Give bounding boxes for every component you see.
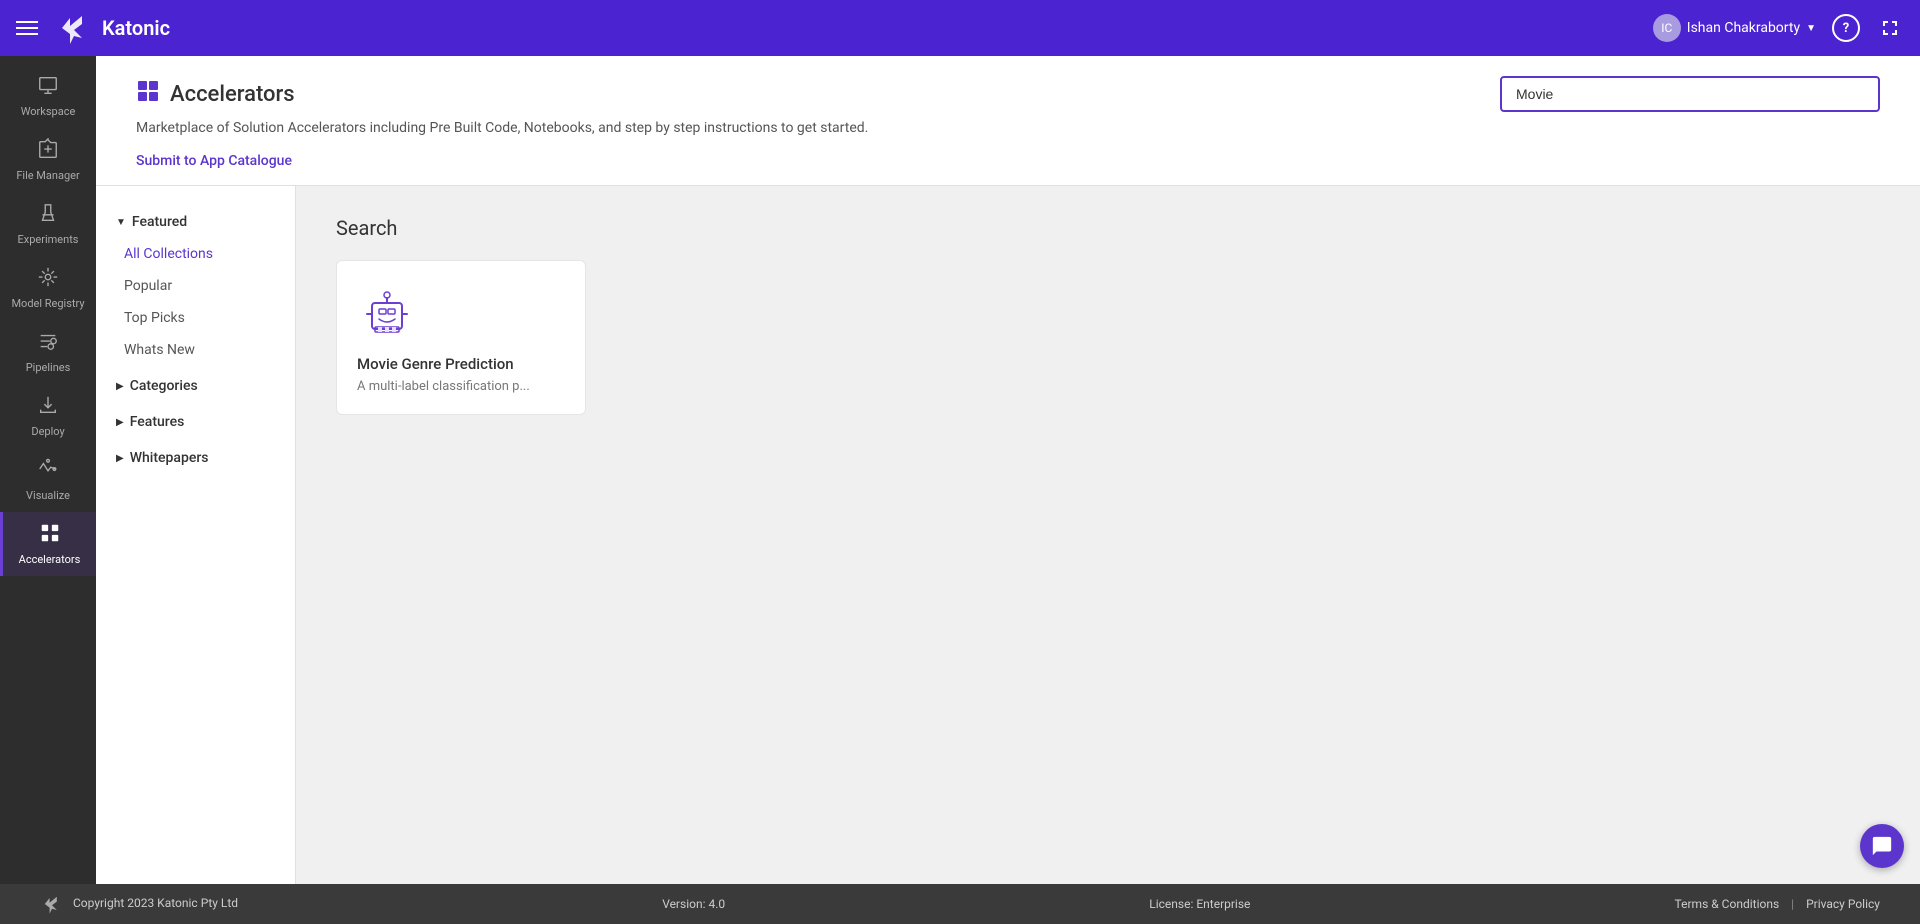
nav-item-whats-new[interactable]: Whats New — [96, 334, 295, 366]
features-header[interactable]: ▶ Features — [96, 406, 295, 438]
whitepapers-header[interactable]: ▶ Whitepapers — [96, 442, 295, 474]
user-name: Ishan Chakraborty — [1687, 20, 1800, 36]
page-header: Accelerators Marketplace of Solution Acc… — [96, 56, 1920, 186]
main-panel: Search — [296, 186, 1920, 924]
categories-arrow: ▶ — [116, 381, 124, 392]
featured-header[interactable]: ▼ Featured — [96, 206, 295, 238]
page-title-text: Accelerators — [170, 82, 295, 107]
sidebar-label-file-manager: File Manager — [16, 169, 79, 182]
sidebar-label-pipelines: Pipelines — [26, 361, 71, 374]
visualize-icon — [37, 458, 59, 485]
header-right: IC Ishan Chakraborty ▼ ? — [1653, 14, 1904, 42]
sidebar-label-accelerators: Accelerators — [19, 553, 81, 566]
privacy-link[interactable]: Privacy Policy — [1806, 897, 1880, 911]
user-menu[interactable]: IC Ishan Chakraborty ▼ — [1653, 14, 1816, 42]
sidebar-item-experiments[interactable]: Experiments — [0, 192, 96, 256]
features-label: Features — [130, 414, 185, 430]
nav-section-whitepapers: ▶ Whitepapers — [96, 442, 295, 474]
chevron-down-icon: ▼ — [1806, 23, 1816, 34]
accelerators-icon — [39, 522, 61, 549]
help-button[interactable]: ? — [1832, 14, 1860, 42]
footer-separator: | — [1791, 897, 1794, 911]
sidebar-item-visualize[interactable]: Visualize — [0, 448, 96, 512]
sidebar-label-deploy: Deploy — [31, 425, 64, 438]
sidebar-label-workspace: Workspace — [21, 105, 76, 118]
whitepapers-label: Whitepapers — [130, 450, 209, 466]
nav-section-features: ▶ Features — [96, 406, 295, 438]
whitepapers-arrow: ▶ — [116, 453, 124, 464]
card-title: Movie Genre Prediction — [357, 355, 565, 373]
page-title-row: Accelerators — [136, 76, 1880, 112]
nav-section-categories: ▶ Categories — [96, 370, 295, 402]
menu-button[interactable] — [16, 21, 38, 35]
footer-license: License: Enterprise — [1149, 897, 1250, 911]
sidebar-item-file-manager[interactable]: File Manager — [0, 128, 96, 192]
card-movie-genre-prediction[interactable]: Movie Genre Prediction A multi-label cla… — [336, 260, 586, 415]
terms-link[interactable]: Terms & Conditions — [1675, 897, 1780, 911]
submit-link[interactable]: Submit to App Catalogue — [136, 153, 292, 185]
sidebar-label-experiments: Experiments — [18, 233, 79, 246]
featured-label: Featured — [132, 214, 187, 230]
categories-header[interactable]: ▶ Categories — [96, 370, 295, 402]
cards-grid: Movie Genre Prediction A multi-label cla… — [336, 260, 1880, 415]
sidebar-item-accelerators[interactable]: Accelerators — [0, 512, 96, 576]
nav-item-all-collections[interactable]: All Collections — [96, 238, 295, 270]
main-content: Accelerators Marketplace of Solution Acc… — [96, 56, 1920, 924]
sidebar: Workspace File Manager Experiments Model… — [0, 56, 96, 884]
features-arrow: ▶ — [116, 417, 124, 428]
accelerators-title-icon — [136, 79, 160, 109]
categories-label: Categories — [130, 378, 198, 394]
copyright-text: Copyright 2023 Katonic Pty Ltd — [73, 896, 238, 910]
footer-links: Terms & Conditions | Privacy Policy — [1675, 897, 1880, 911]
nav-section-featured: ▼ Featured All Collections Popular Top P… — [96, 206, 295, 366]
page-description: Marketplace of Solution Accelerators inc… — [136, 120, 1880, 136]
search-container — [1500, 76, 1880, 112]
section-title: Search — [336, 216, 1880, 240]
search-input[interactable] — [1500, 76, 1880, 112]
card-description: A multi-label classification p... — [357, 379, 565, 394]
layout: Workspace File Manager Experiments Model… — [0, 56, 1920, 924]
featured-arrow: ▼ — [116, 217, 126, 228]
footer: Copyright 2023 Katonic Pty Ltd Version: … — [0, 884, 1920, 924]
workspace-icon — [37, 74, 59, 101]
nav-item-popular[interactable]: Popular — [96, 270, 295, 302]
expand-button[interactable] — [1876, 14, 1904, 42]
sidebar-label-visualize: Visualize — [26, 489, 70, 502]
user-avatar: IC — [1653, 14, 1681, 42]
left-nav: ▼ Featured All Collections Popular Top P… — [96, 186, 296, 924]
logo: Katonic — [54, 8, 170, 48]
chat-widget[interactable] — [1860, 824, 1904, 868]
deploy-icon — [37, 394, 59, 421]
page-title: Accelerators — [136, 79, 295, 109]
footer-version: Version: 4.0 — [662, 897, 725, 911]
sidebar-item-model-registry[interactable]: Model Registry — [0, 256, 96, 320]
file-manager-icon — [37, 138, 59, 165]
logo-text: Katonic — [102, 16, 170, 40]
pipelines-icon — [37, 330, 59, 357]
sidebar-label-model-registry: Model Registry — [11, 297, 84, 310]
model-registry-icon — [37, 266, 59, 293]
header-left: Katonic — [16, 8, 170, 48]
sidebar-item-pipelines[interactable]: Pipelines — [0, 320, 96, 384]
footer-copyright: Copyright 2023 Katonic Pty Ltd — [40, 892, 238, 916]
sidebar-item-deploy[interactable]: Deploy — [0, 384, 96, 448]
nav-item-top-picks[interactable]: Top Picks — [96, 302, 295, 334]
card-icon-movie-genre — [357, 281, 417, 341]
experiments-icon — [37, 202, 59, 229]
content-area: ▼ Featured All Collections Popular Top P… — [96, 186, 1920, 924]
header: Katonic IC Ishan Chakraborty ▼ ? — [0, 0, 1920, 56]
sidebar-item-workspace[interactable]: Workspace — [0, 64, 96, 128]
